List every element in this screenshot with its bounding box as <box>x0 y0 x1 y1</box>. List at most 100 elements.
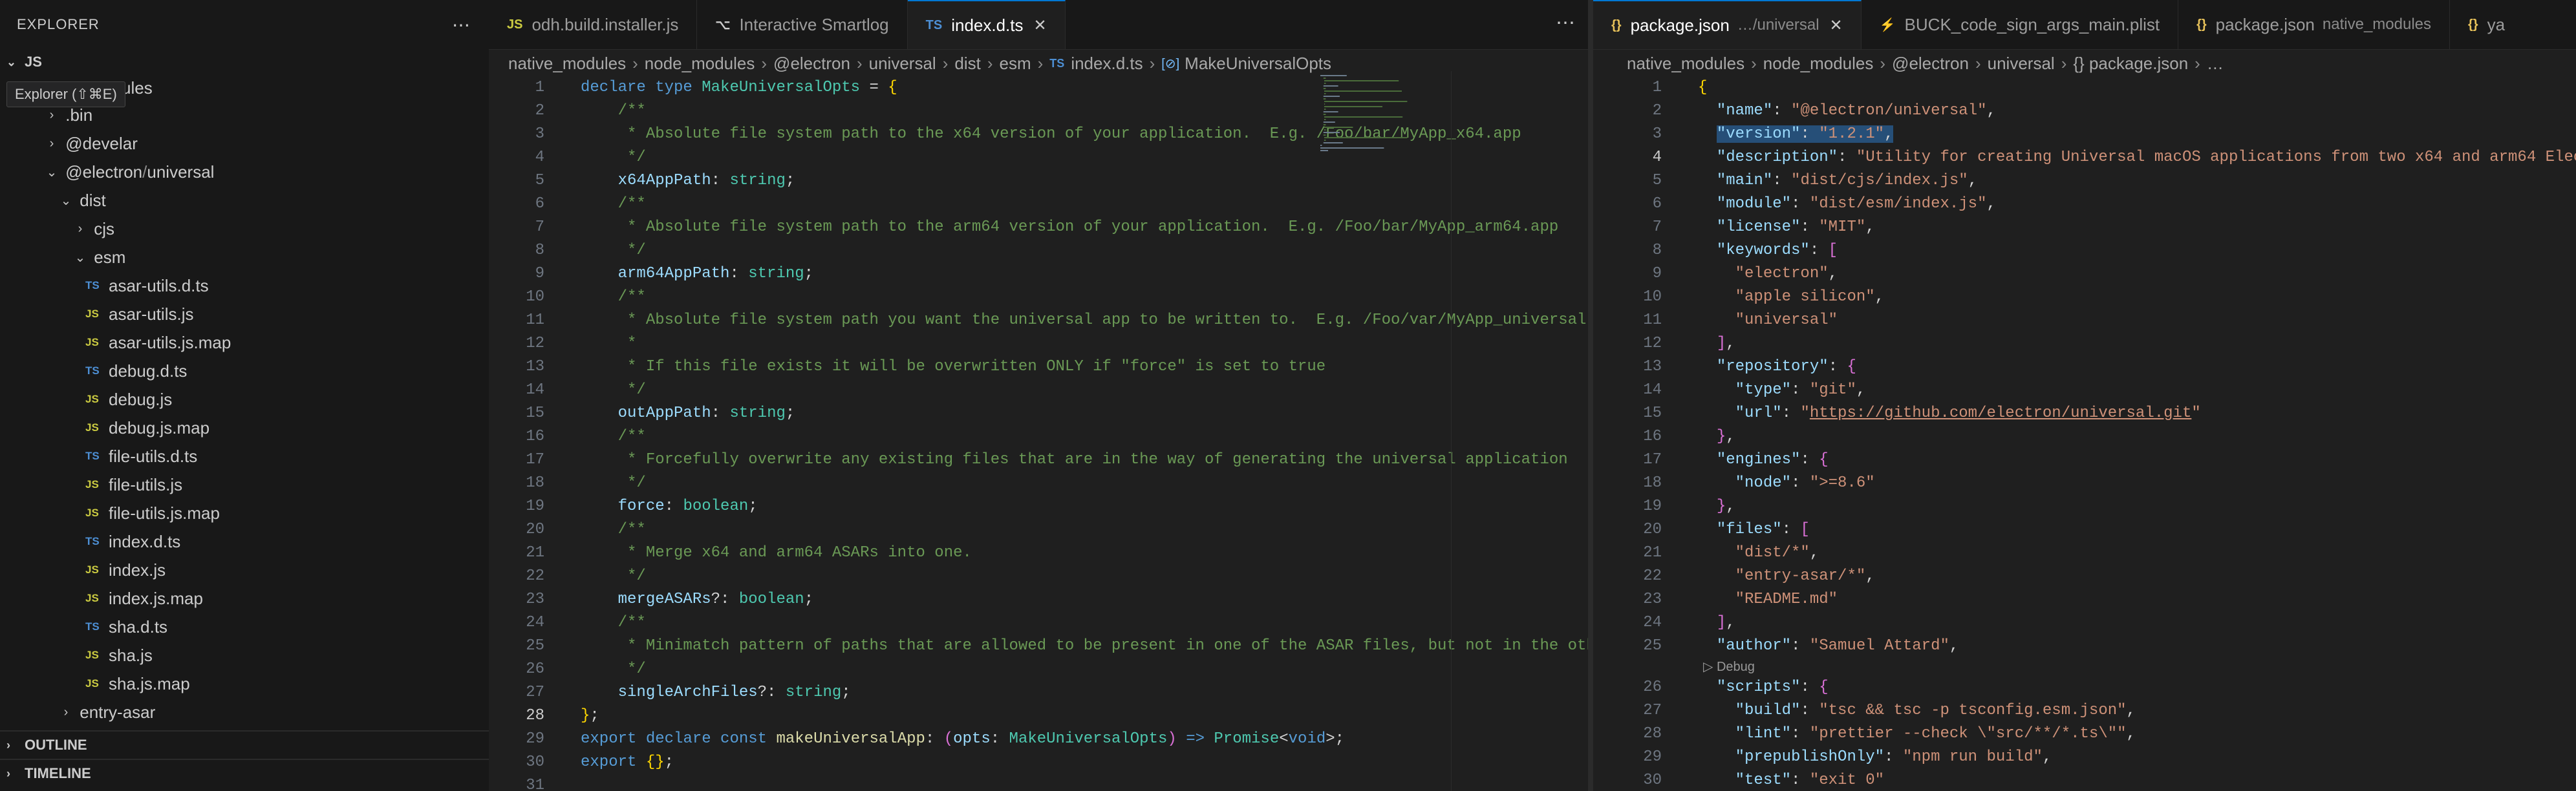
tree-item[interactable]: JS debug.js.map <box>0 414 489 442</box>
tab-ya[interactable]: {} ya <box>2450 0 2523 49</box>
breadcrumb-item[interactable]: native_modules <box>508 54 626 74</box>
close-icon[interactable]: ✕ <box>1830 16 1843 35</box>
minimap[interactable] <box>1316 72 1459 156</box>
line-number: 5 <box>535 172 544 189</box>
tree-item[interactable]: JS debug.js <box>0 385 489 414</box>
tab-interactive-smartlog[interactable]: ⌥ Interactive Smartlog <box>697 0 908 49</box>
timeline-section[interactable]: › TIMELINE <box>0 759 489 787</box>
line-number: 5 <box>1652 172 1662 189</box>
tree-item[interactable]: JS asar-utils.js.map <box>0 328 489 357</box>
code-line: 26 "scripts": { <box>1606 676 2576 699</box>
workspace-section[interactable]: ⌄ JS <box>0 49 489 75</box>
line-content: */ <box>555 146 646 169</box>
tree-item[interactable]: JS index.js <box>0 556 489 584</box>
line-content: */ <box>555 658 646 681</box>
code-token: : <box>1800 702 1819 719</box>
code-token: "Samuel Attard" <box>1809 637 1949 655</box>
breadcrumb-item[interactable]: native_modules <box>1627 54 1744 74</box>
tree-item[interactable]: › @develar <box>0 129 489 158</box>
tree-item[interactable]: TS asar-utils.d.ts <box>0 271 489 300</box>
code-token: ; <box>785 405 795 422</box>
code-token: : <box>1809 242 1829 259</box>
tab-buck-plist[interactable]: ⚡ BUCK_code_sign_args_main.plist <box>1862 0 2179 49</box>
breadcrumb-item[interactable]: node_modules <box>645 54 755 74</box>
code-token: ] <box>1716 335 1726 352</box>
code-area[interactable]: 1 declare type MakeUniversalOpts = {2 /**… <box>489 76 1588 791</box>
tree-item[interactable]: JS asar-utils.js <box>0 300 489 328</box>
code-line: 25 * Minimatch pattern of paths that are… <box>489 635 1588 658</box>
codelens-debug[interactable]: ▷ Debug <box>1606 658 2576 676</box>
line-content: "module": "dist/esm/index.js", <box>1672 193 1996 216</box>
close-icon[interactable]: ✕ <box>1034 16 1047 35</box>
breadcrumb-item[interactable]: universal <box>1988 54 2055 74</box>
code-token: } <box>1716 498 1726 515</box>
tree-label: index.js <box>109 560 166 580</box>
tab-package-json-native[interactable]: {} package.json native_modules <box>2178 0 2451 49</box>
breadcrumb-item[interactable]: universal <box>869 54 936 74</box>
code-token: : <box>1791 637 1810 655</box>
outline-section[interactable]: › OUTLINE <box>0 730 489 759</box>
code-token: outAppPath <box>617 405 711 422</box>
line-number: 28 <box>526 707 544 724</box>
tree-item[interactable]: ⌄ dist <box>0 186 489 215</box>
line-number: 30 <box>1643 772 1662 789</box>
tree-label: universal <box>147 162 215 182</box>
tab-odh-build-installer[interactable]: JS odh.build.installer.js <box>489 0 698 49</box>
breadcrumb-item[interactable]: … <box>2207 54 2224 74</box>
code-token: "1.2.1" <box>1819 125 1885 143</box>
tab-label: BUCK_code_sign_args_main.plist <box>1904 14 2160 34</box>
code-token: "universal" <box>1735 311 1838 329</box>
tree-item[interactable]: JS file-utils.js.map <box>0 499 489 527</box>
breadcrumb-item[interactable]: index.d.ts <box>1071 54 1143 74</box>
tab-index-d-ts[interactable]: TS index.d.ts ✕ <box>907 0 1066 49</box>
tree-item[interactable]: › entry-asar <box>0 698 489 726</box>
ellipsis-icon[interactable]: ⋯ <box>1556 12 1575 34</box>
breadcrumb-item[interactable]: {} package.json <box>2073 54 2188 74</box>
tree-item[interactable]: JS index.js.map <box>0 584 489 613</box>
ellipsis-icon[interactable]: ⋯ <box>452 14 471 36</box>
code-token: x64AppPath <box>617 172 711 189</box>
line-number: 23 <box>1643 591 1662 608</box>
breadcrumb-item[interactable]: MakeUniversalOpts <box>1185 54 1331 74</box>
js-file-icon: JS <box>85 421 99 434</box>
breadcrumb-item[interactable]: @electron <box>773 54 850 74</box>
code-token: , <box>1726 614 1735 631</box>
code-token: ( <box>943 730 954 748</box>
tree-label: @electron <box>65 162 143 182</box>
code-line: 19 }, <box>1606 495 2576 518</box>
line-number: 15 <box>526 405 544 422</box>
tree-item[interactable]: TS sha.d.ts <box>0 613 489 641</box>
tree-item[interactable]: JS sha.js <box>0 641 489 670</box>
tab-package-json-universal[interactable]: {} package.json …/universal ✕ <box>1593 0 1862 49</box>
tree-item[interactable]: ⌄ @electron / universal <box>0 158 489 186</box>
breadcrumb-item[interactable]: @electron <box>1892 54 1969 74</box>
tree-item[interactable]: JS sha.js.map <box>0 670 489 698</box>
tree-item[interactable]: › cjs <box>0 215 489 243</box>
breadcrumb-item[interactable]: dist <box>954 54 980 74</box>
editor-splitter[interactable] <box>1588 0 1593 791</box>
code-token: "main" <box>1716 172 1773 189</box>
tree-item[interactable]: TS debug.d.ts <box>0 357 489 385</box>
tree-item[interactable]: TS file-utils.d.ts <box>0 442 489 470</box>
code-token: /** <box>617 288 646 306</box>
code-token: MakeUniversalOpts <box>702 79 861 96</box>
tree-label: file-utils.js <box>109 474 183 494</box>
code-token: ; <box>804 591 814 608</box>
tree-item[interactable]: JS file-utils.js <box>0 470 489 499</box>
tree-item[interactable]: TS index.d.ts <box>0 527 489 556</box>
tree-item[interactable]: ⌄ esm <box>0 243 489 271</box>
code-area[interactable]: 1{2 "name": "@electron/universal", 3 "ver… <box>1593 76 2576 791</box>
line-number: 24 <box>1643 614 1662 631</box>
line-content: */ <box>555 239 646 262</box>
code-token: */ <box>617 381 646 399</box>
code-line: 18 "node": ">=8.6" <box>1606 472 2576 495</box>
code-token: ">=8.6" <box>1809 474 1875 492</box>
breadcrumb-item[interactable]: esm <box>1000 54 1031 74</box>
js-file-icon: JS <box>85 592 99 604</box>
breadcrumb-item[interactable]: node_modules <box>1763 54 1874 74</box>
code-token: , <box>1986 195 1996 213</box>
